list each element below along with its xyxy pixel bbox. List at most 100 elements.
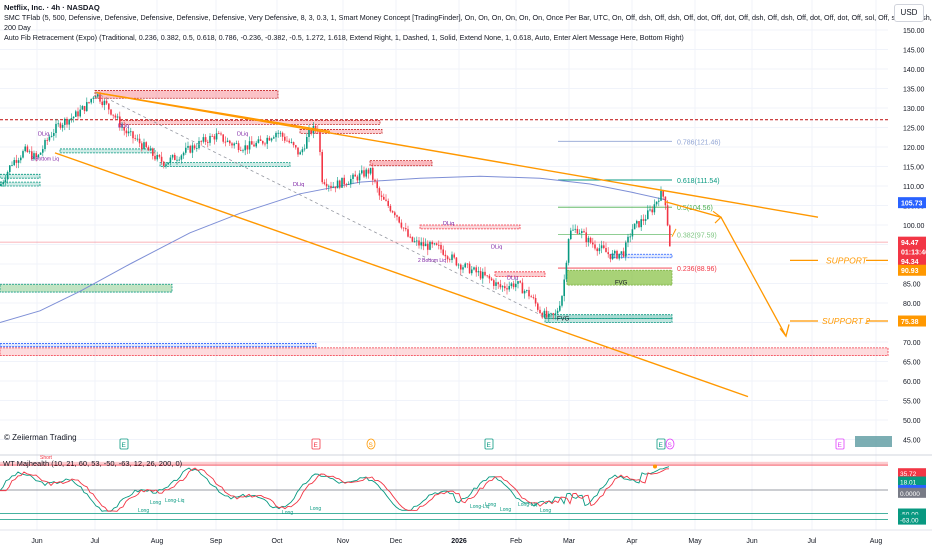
candle-body — [460, 264, 462, 270]
candle-body — [598, 248, 601, 252]
candle-body — [68, 119, 70, 125]
candle-body — [457, 264, 460, 266]
candle-body — [658, 200, 660, 202]
candle-body — [9, 165, 11, 173]
candle-body — [609, 254, 612, 260]
dliq-label-1: DLiq — [118, 124, 129, 130]
candle-body — [292, 142, 295, 146]
candle-body — [57, 123, 59, 125]
chart-title: Netflix, Inc. · 4h · NASDAQ — [4, 3, 100, 12]
candle-body — [407, 229, 409, 237]
candle-body — [176, 159, 178, 161]
candle-body — [411, 236, 414, 242]
candle-body — [378, 188, 381, 196]
candle-body — [594, 244, 596, 249]
candle-body — [92, 97, 95, 99]
candle-body — [374, 179, 376, 182]
indicator-ma-label[interactable]: 200 Day — [4, 23, 31, 32]
candle-body — [138, 138, 141, 144]
candle-body — [171, 154, 174, 158]
candle-body — [398, 216, 400, 223]
candle-body — [149, 148, 152, 151]
candle-body — [264, 143, 266, 145]
indicator-fib-label[interactable]: Auto Fib Retracement (Expo) (Traditional… — [4, 33, 684, 42]
candle-body — [385, 199, 387, 201]
demand-zone-b — [0, 181, 41, 187]
candle-body — [167, 162, 169, 165]
candle-body — [295, 145, 297, 148]
candle-body — [105, 100, 108, 104]
dliq-label-6: DLiq — [507, 276, 518, 282]
candle-body — [325, 183, 328, 187]
indicator-smc-label[interactable]: SMC TFlab (5, 500, Defensive, Defensive,… — [4, 13, 932, 22]
candle-body — [237, 143, 240, 151]
candle-body — [193, 145, 196, 149]
candle-body — [303, 148, 306, 150]
candle-body — [655, 201, 658, 205]
candle-body — [262, 140, 264, 144]
event-marker-text-5: S — [668, 442, 673, 449]
candle-body — [134, 138, 136, 139]
candle-body — [233, 143, 235, 146]
candle-body — [576, 228, 579, 234]
candle-body — [180, 155, 183, 160]
candle-body — [554, 313, 557, 315]
candle-body — [611, 253, 614, 260]
candle-body — [116, 116, 119, 118]
demand-zone-d — [159, 162, 291, 167]
candle-body — [369, 167, 372, 174]
y-tick-50: 50.00 — [903, 418, 921, 425]
candle-body — [647, 210, 649, 220]
candle-body — [53, 133, 55, 136]
event-marker-text-0: E — [122, 442, 127, 449]
candle-body — [622, 251, 625, 257]
y-tick-120: 120.00 — [903, 145, 925, 152]
candle-body — [361, 170, 363, 174]
y-tick-115: 115.00 — [903, 165, 924, 172]
candle-body — [543, 310, 546, 318]
osc-tag-5: -63.00 — [900, 518, 919, 525]
candle-body — [160, 156, 163, 162]
candle-body — [156, 154, 158, 160]
supply-zone-6 — [494, 271, 546, 277]
candle-body — [402, 227, 405, 229]
candle-body — [418, 240, 420, 246]
fib-label-3: 0.382(97.59) — [677, 232, 717, 239]
candle-body — [50, 135, 53, 137]
candle-body — [493, 280, 495, 286]
candle-body — [112, 114, 114, 116]
candle-body — [154, 155, 156, 160]
liquidity-zone-red — [0, 347, 889, 357]
price-tag-5: 75.38 — [901, 319, 919, 326]
candle-body — [347, 184, 350, 185]
candle-body — [644, 219, 647, 221]
x-tick-14: Aug — [870, 538, 883, 545]
candle-body — [490, 278, 493, 281]
candle-body — [11, 165, 13, 166]
candle-body — [532, 297, 535, 299]
supply-zone-4 — [369, 160, 433, 167]
x-tick-8: Feb — [510, 538, 522, 545]
candle-body — [607, 252, 609, 255]
candle-body — [358, 173, 361, 181]
candle-body — [394, 212, 396, 216]
long-signal-3: Long — [310, 506, 321, 512]
candle-body — [284, 136, 286, 141]
candle-body — [548, 313, 550, 318]
candle-body — [281, 132, 284, 137]
candle-body — [147, 147, 150, 151]
y-tick-135: 135.00 — [903, 87, 925, 94]
x-tick-11: May — [688, 538, 702, 545]
candle-body — [169, 157, 172, 163]
candle-body — [187, 145, 189, 148]
dliq-label-5: DLiq — [491, 244, 502, 250]
candle-body — [636, 221, 638, 224]
currency-button[interactable]: USD — [894, 4, 924, 22]
candle-body — [202, 137, 205, 142]
candle-body — [343, 177, 345, 185]
oscillator-title[interactable]: WT Majhealth (10, 21, 60, 53, -50, -63, … — [3, 459, 182, 468]
candle-body — [145, 142, 147, 148]
candle-body — [383, 196, 385, 200]
candle-body — [438, 244, 440, 246]
y-tick-140: 140.00 — [903, 67, 925, 74]
